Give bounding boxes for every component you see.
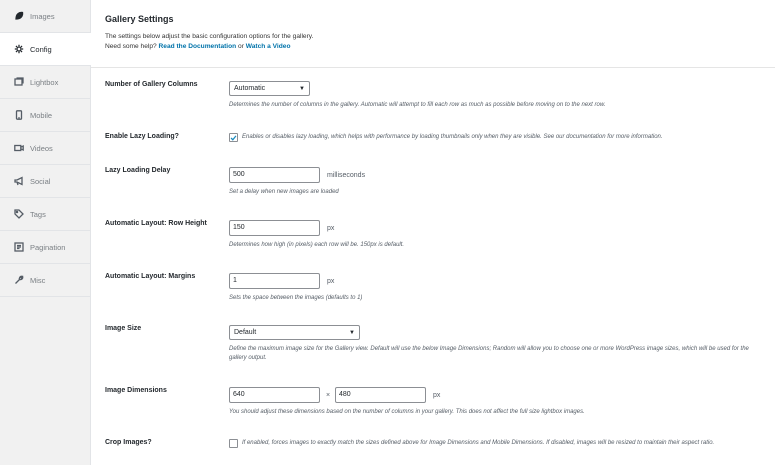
- leaf-icon: [13, 11, 24, 22]
- setting-field: 500 milliseconds Set a delay when new im…: [229, 167, 765, 197]
- setting-help: Enables or disables lazy loading, which …: [242, 134, 663, 140]
- setting-help: If enabled, forces images to exactly mat…: [241, 440, 715, 446]
- divider: [91, 67, 775, 68]
- tab-pagination[interactable]: Pagination: [0, 231, 90, 264]
- video-icon: [13, 143, 24, 154]
- setting-field: Enables or disables lazy loading, which …: [229, 133, 765, 142]
- tab-videos[interactable]: Videos: [0, 132, 90, 165]
- or-text: or: [238, 42, 244, 50]
- image-height-input[interactable]: 480: [335, 387, 426, 403]
- image-width-input[interactable]: 640: [229, 387, 320, 403]
- lightbox-icon: [13, 77, 24, 88]
- setting-label: Enable Lazy Loading?: [105, 133, 179, 140]
- lazy-loading-checkbox[interactable]: [229, 133, 238, 142]
- page-title: Gallery Settings: [105, 14, 174, 24]
- checkmark-icon: [230, 135, 237, 141]
- unit-label: px: [432, 391, 441, 399]
- setting-label: Image Dimensions: [105, 387, 167, 394]
- setting-help: You should adjust these dimensions based…: [229, 409, 585, 415]
- image-size-select[interactable]: Default ▼: [229, 325, 360, 340]
- wrench-icon: [13, 275, 24, 286]
- tab-label: Videos: [30, 143, 53, 153]
- setting-label: Crop Images?: [105, 439, 152, 446]
- lazy-loading-option: Enables or disables lazy loading, which …: [229, 133, 765, 142]
- description-text: The settings below adjust the basic conf…: [105, 33, 314, 40]
- tab-label: Pagination: [30, 242, 66, 252]
- tab-lightbox[interactable]: Lightbox: [0, 66, 90, 99]
- setting-label: Automatic Layout: Row Height: [105, 220, 207, 227]
- times-sign: ×: [325, 391, 331, 399]
- setting-help: Define the maximum image size for the Ga…: [229, 346, 749, 361]
- columns-select-value: Automatic: [234, 85, 266, 92]
- setting-field: 640 × 480 px You should adjust these dim…: [229, 387, 765, 417]
- crop-images-option: If enabled, forces images to exactly mat…: [229, 439, 765, 448]
- tab-label: Config: [30, 44, 52, 54]
- setting-help: Set a delay when new images are loaded: [229, 189, 339, 195]
- tab-label: Tags: [30, 209, 46, 219]
- image-size-select-value: Default: [234, 329, 257, 336]
- lazy-delay-input[interactable]: 500: [229, 167, 320, 183]
- chevron-down-icon: ▼: [349, 329, 355, 336]
- setting-field: 1 px Sets the space between the images (…: [229, 273, 765, 303]
- setting-label: Image Size: [105, 325, 142, 332]
- columns-select[interactable]: Automatic ▼: [229, 81, 310, 96]
- tab-label: Lightbox: [30, 77, 59, 87]
- setting-label: Number of Gallery Columns: [105, 81, 198, 88]
- crop-images-checkbox[interactable]: [229, 439, 238, 448]
- pagination-icon: [13, 242, 24, 253]
- tab-misc[interactable]: Misc: [0, 264, 90, 297]
- setting-field: If enabled, forces images to exactly mat…: [229, 439, 765, 448]
- settings-header: Gallery Settings The settings below adju…: [105, 14, 775, 51]
- gear-icon: [13, 44, 24, 55]
- setting-label: Automatic Layout: Margins: [105, 273, 196, 280]
- setting-label: Lazy Loading Delay: [105, 167, 171, 174]
- unit-label: px: [326, 277, 335, 285]
- tab-config[interactable]: Config: [0, 33, 92, 66]
- tab-label: Social: [30, 176, 51, 186]
- tab-images[interactable]: Images: [0, 0, 90, 33]
- setting-field: Automatic ▼ Determines the number of col…: [229, 81, 765, 110]
- settings-sidebar: Images Config Lightbox Mobile Videos Soc…: [0, 0, 92, 465]
- setting-help: Determines the number of columns in the …: [229, 102, 606, 108]
- tab-label: Mobile: [30, 110, 53, 120]
- tab-social[interactable]: Social: [0, 165, 90, 198]
- tab-label: Misc: [30, 275, 46, 285]
- watch-video-link[interactable]: Watch a Video: [246, 43, 291, 50]
- unit-label: px: [326, 224, 335, 232]
- setting-help: Sets the space between the images (defau…: [229, 295, 363, 301]
- setting-field: 150 px Determines how high (in pixels) e…: [229, 220, 765, 250]
- row-height-input[interactable]: 150: [229, 220, 320, 236]
- settings-panel: Gallery Settings The settings below adju…: [91, 0, 775, 465]
- tab-tags[interactable]: Tags: [0, 198, 90, 231]
- help-prefix: Need some help?: [105, 42, 157, 50]
- mobile-icon: [13, 110, 24, 121]
- page-description: The settings below adjust the basic conf…: [105, 32, 775, 51]
- setting-help: Determines how high (in pixels) each row…: [229, 242, 405, 248]
- megaphone-icon: [13, 176, 24, 187]
- unit-label: milliseconds: [326, 171, 366, 179]
- chevron-down-icon: ▼: [299, 85, 305, 92]
- setting-field: Default ▼ Define the maximum image size …: [229, 325, 765, 363]
- documentation-link[interactable]: Read the Documentation: [159, 43, 237, 50]
- tab-label: Images: [30, 11, 55, 21]
- tab-mobile[interactable]: Mobile: [0, 99, 90, 132]
- tag-icon: [13, 209, 24, 220]
- margins-input[interactable]: 1: [229, 273, 320, 289]
- help-line: Need some help? Read the Documentation o…: [105, 42, 775, 52]
